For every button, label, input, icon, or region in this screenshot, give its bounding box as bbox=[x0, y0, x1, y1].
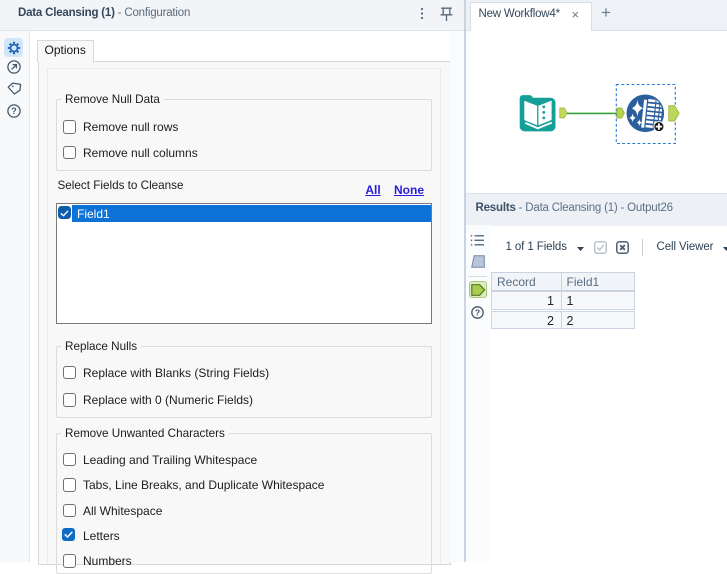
svg-text:?: ? bbox=[11, 106, 17, 116]
svg-text:?: ? bbox=[475, 308, 480, 318]
